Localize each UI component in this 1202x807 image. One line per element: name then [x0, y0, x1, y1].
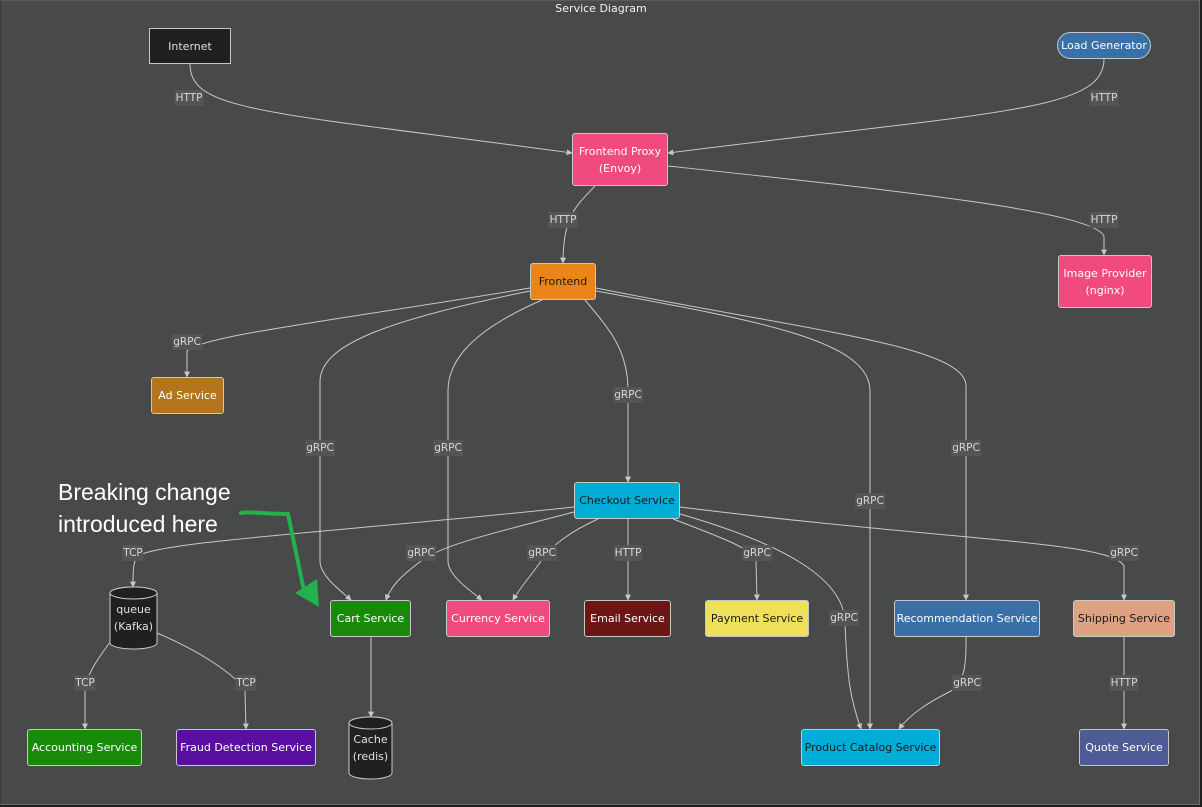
edge-kafka-to-fraud [156, 632, 249, 730]
node-label-cart: Cart Service [336, 612, 405, 625]
node-label-redis: Cache (redis) [352, 733, 389, 763]
edge-loadgen-to-proxy [667, 58, 1105, 156]
edge-label-frontend-to-recommendation: gRPC [951, 440, 981, 456]
edge-frontend-to-ad [184, 287, 531, 378]
annotation-text: Breaking change introduced here [58, 479, 231, 537]
edge-label-proxy-to-frontend: HTTP [548, 212, 578, 228]
node-recommendation[interactable]: Recommendation Service [894, 600, 1040, 637]
node-label-email: Email Service [590, 612, 665, 625]
node-ad[interactable]: Ad Service [151, 377, 224, 414]
node-label-recommendation: Recommendation Service [896, 612, 1038, 625]
node-proxy[interactable]: Frontend Proxy (Envoy) [572, 133, 668, 186]
edge-label-checkout-to-catalog: gRPC [829, 610, 859, 626]
edge-label-kafka-to-fraud: TCP [235, 675, 257, 691]
edge-label-checkout-to-shipping: gRPC [1109, 545, 1139, 561]
annotation-arrowhead-icon [295, 579, 319, 607]
node-frontend[interactable]: Frontend [530, 263, 596, 300]
node-internet[interactable]: Internet [149, 28, 231, 64]
edge-label-frontend-to-catalog: gRPC [855, 493, 885, 509]
node-label-frontend: Frontend [538, 275, 588, 288]
node-label-shipping: Shipping Service [1077, 612, 1171, 625]
node-label-imageprov: Image Provider (nginx) [1063, 266, 1147, 297]
edge-label-checkout-to-kafka: TCP [122, 545, 144, 561]
edge-label-frontend-to-cart: gRPC [305, 440, 335, 456]
edge-label-kafka-to-accounting: TCP [74, 675, 96, 691]
node-fraud[interactable]: Fraud Detection Service [176, 729, 316, 766]
node-label-fraud: Fraud Detection Service [180, 741, 312, 754]
edge-label-frontend-to-checkout: gRPC [613, 387, 643, 403]
edge-label-proxy-to-imageprov: HTTP [1089, 212, 1119, 228]
node-label-currency: Currency Service [451, 612, 545, 625]
node-label-loadgen: Load Generator [1061, 39, 1147, 52]
node-label-checkout: Checkout Service [579, 494, 675, 507]
node-label-kafka: queue (Kafka) [113, 603, 154, 633]
edge-label-recommendation-to-catalog: gRPC [952, 675, 982, 691]
node-label-catalog: Product Catalog Service [804, 741, 937, 754]
node-cart[interactable]: Cart Service [330, 600, 411, 637]
node-label-accounting: Accounting Service [31, 741, 138, 754]
node-catalog[interactable]: Product Catalog Service [801, 729, 940, 766]
node-email[interactable]: Email Service [584, 600, 671, 637]
node-accounting[interactable]: Accounting Service [27, 729, 142, 766]
edge-label-frontend-to-currency: gRPC [433, 440, 463, 456]
edge-label-checkout-to-cart: gRPC [406, 545, 436, 561]
edge-label-frontend-to-ad: gRPC [172, 334, 202, 350]
node-loadgen[interactable]: Load Generator [1057, 32, 1151, 59]
edge-internet-to-proxy [189, 63, 573, 156]
edge-label-loadgen-to-proxy: HTTP [1089, 90, 1119, 106]
edge-proxy-to-imageprov [667, 165, 1107, 256]
node-payment[interactable]: Payment Service [705, 600, 809, 637]
node-label-ad: Ad Service [158, 389, 217, 402]
node-label-internet: Internet [168, 39, 212, 53]
annotation-arrow [239, 510, 305, 588]
node-label-payment: Payment Service [710, 612, 804, 625]
node-quote[interactable]: Quote Service [1079, 729, 1169, 766]
node-label-quote: Quote Service [1085, 741, 1163, 754]
edge-label-checkout-to-currency: gRPC [527, 545, 557, 561]
edge-label-checkout-to-email: HTTP [613, 545, 643, 561]
edge-label-shipping-to-quote: HTTP [1109, 675, 1139, 691]
node-imageprov[interactable]: Image Provider (nginx) [1058, 255, 1152, 308]
node-currency[interactable]: Currency Service [446, 600, 550, 637]
edge-label-checkout-to-payment: gRPC [742, 545, 772, 561]
edge-frontend-to-recommendation [595, 287, 969, 601]
node-label-proxy: Frontend Proxy (Envoy) [578, 144, 662, 175]
diagram-canvas: Service Diagram Internet Load Generator Fr… [0, 0, 1200, 805]
edge-label-internet-to-proxy: HTTP [174, 90, 204, 106]
node-shipping[interactable]: Shipping Service [1073, 600, 1175, 637]
node-checkout[interactable]: Checkout Service [574, 482, 680, 519]
